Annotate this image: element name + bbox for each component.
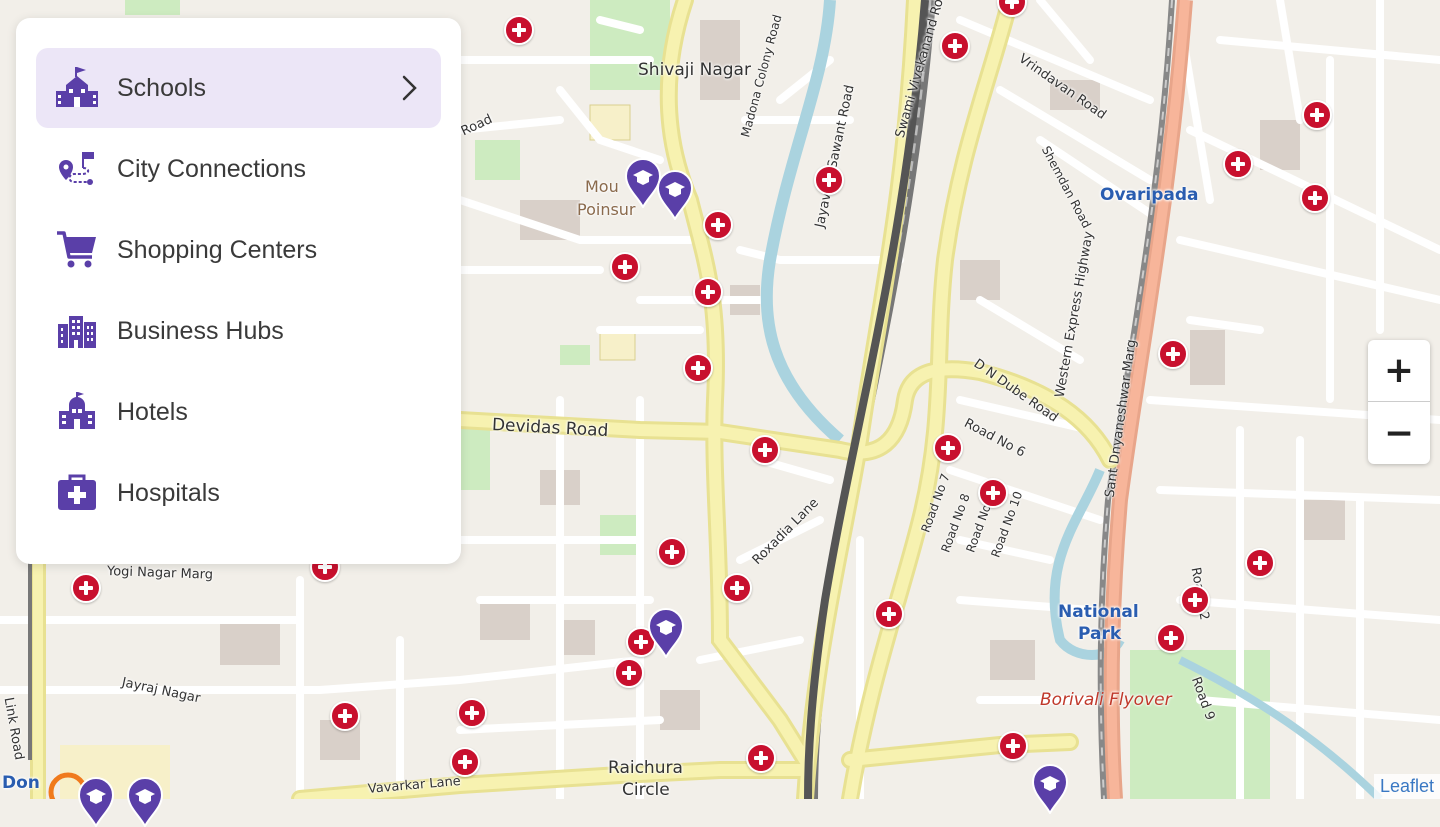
hospital-marker[interactable] [933, 433, 963, 463]
hospital-marker[interactable] [71, 573, 101, 603]
school-marker[interactable] [647, 608, 685, 658]
zoom-out-button[interactable]: − [1368, 402, 1430, 464]
place-label-raichura: Raichura [608, 758, 683, 778]
menu-item-label: Business Hubs [117, 316, 284, 345]
menu-item-hotels[interactable]: Hotels [36, 372, 441, 452]
menu-item-label: Hospitals [117, 478, 220, 507]
menu-item-city-connections[interactable]: City Connections [36, 129, 441, 209]
place-label-national: National [1058, 602, 1139, 622]
place-label-don: Don [2, 773, 40, 793]
menu-item-business-hubs[interactable]: Business Hubs [36, 291, 441, 371]
place-label-borivali-flyover: Borivali Flyover [1040, 690, 1172, 710]
category-menu: Schools City Connections Shopping Center… [16, 18, 461, 564]
hospital-marker[interactable] [614, 658, 644, 688]
place-label-mount-poinsur: Mou [585, 177, 619, 196]
map-attribution-link[interactable]: Leaflet [1373, 774, 1440, 799]
menu-item-label: Schools [117, 73, 206, 102]
hospital-marker[interactable] [1223, 149, 1253, 179]
medical-kit-icon [54, 470, 100, 516]
hospital-marker[interactable] [978, 478, 1008, 508]
hospital-marker[interactable] [814, 165, 844, 195]
hospital-marker[interactable] [683, 353, 713, 383]
place-label-shivaji-nagar: Shivaji Nagar [638, 60, 751, 80]
hospital-marker[interactable] [450, 747, 480, 777]
menu-item-schools[interactable]: Schools [36, 48, 441, 128]
hospital-marker[interactable] [703, 210, 733, 240]
hospital-marker[interactable] [940, 31, 970, 61]
hospital-marker[interactable] [1300, 183, 1330, 213]
menu-item-shopping-centers[interactable]: Shopping Centers [36, 210, 441, 290]
hospital-marker[interactable] [1158, 339, 1188, 369]
hospital-marker[interactable] [657, 537, 687, 567]
school-marker[interactable] [126, 777, 164, 827]
hospital-marker[interactable] [998, 731, 1028, 761]
school-marker[interactable] [656, 170, 694, 220]
hospital-marker[interactable] [693, 277, 723, 307]
place-label-ovaripada: Ovaripada [1100, 185, 1199, 205]
menu-item-label: Hotels [117, 397, 188, 426]
school-marker[interactable] [1031, 764, 1069, 814]
zoom-control: + − [1368, 340, 1430, 464]
hospital-marker[interactable] [874, 599, 904, 629]
menu-item-label: City Connections [117, 154, 306, 183]
place-label-park: Park [1078, 624, 1122, 644]
hospital-marker[interactable] [746, 743, 776, 773]
hospital-marker[interactable] [750, 435, 780, 465]
hospital-marker[interactable] [330, 701, 360, 731]
hospital-marker[interactable] [1302, 100, 1332, 130]
hospital-marker[interactable] [1245, 548, 1275, 578]
route-icon [54, 146, 100, 192]
buildings-icon [54, 308, 100, 354]
menu-item-label: Shopping Centers [117, 235, 318, 264]
hospital-marker[interactable] [504, 15, 534, 45]
place-label-circle: Circle [622, 780, 670, 800]
hospital-marker[interactable] [722, 573, 752, 603]
hospital-marker[interactable] [610, 252, 640, 282]
school-icon [54, 65, 100, 111]
cart-icon [54, 227, 100, 273]
hospital-marker[interactable] [1156, 623, 1186, 653]
school-marker[interactable] [77, 777, 115, 827]
chevron-right-icon [402, 75, 417, 101]
menu-item-hospitals[interactable]: Hospitals [36, 453, 441, 533]
hotel-icon [54, 389, 100, 435]
hospital-marker[interactable] [1180, 585, 1210, 615]
zoom-in-button[interactable]: + [1368, 340, 1430, 402]
hospital-marker[interactable] [457, 698, 487, 728]
